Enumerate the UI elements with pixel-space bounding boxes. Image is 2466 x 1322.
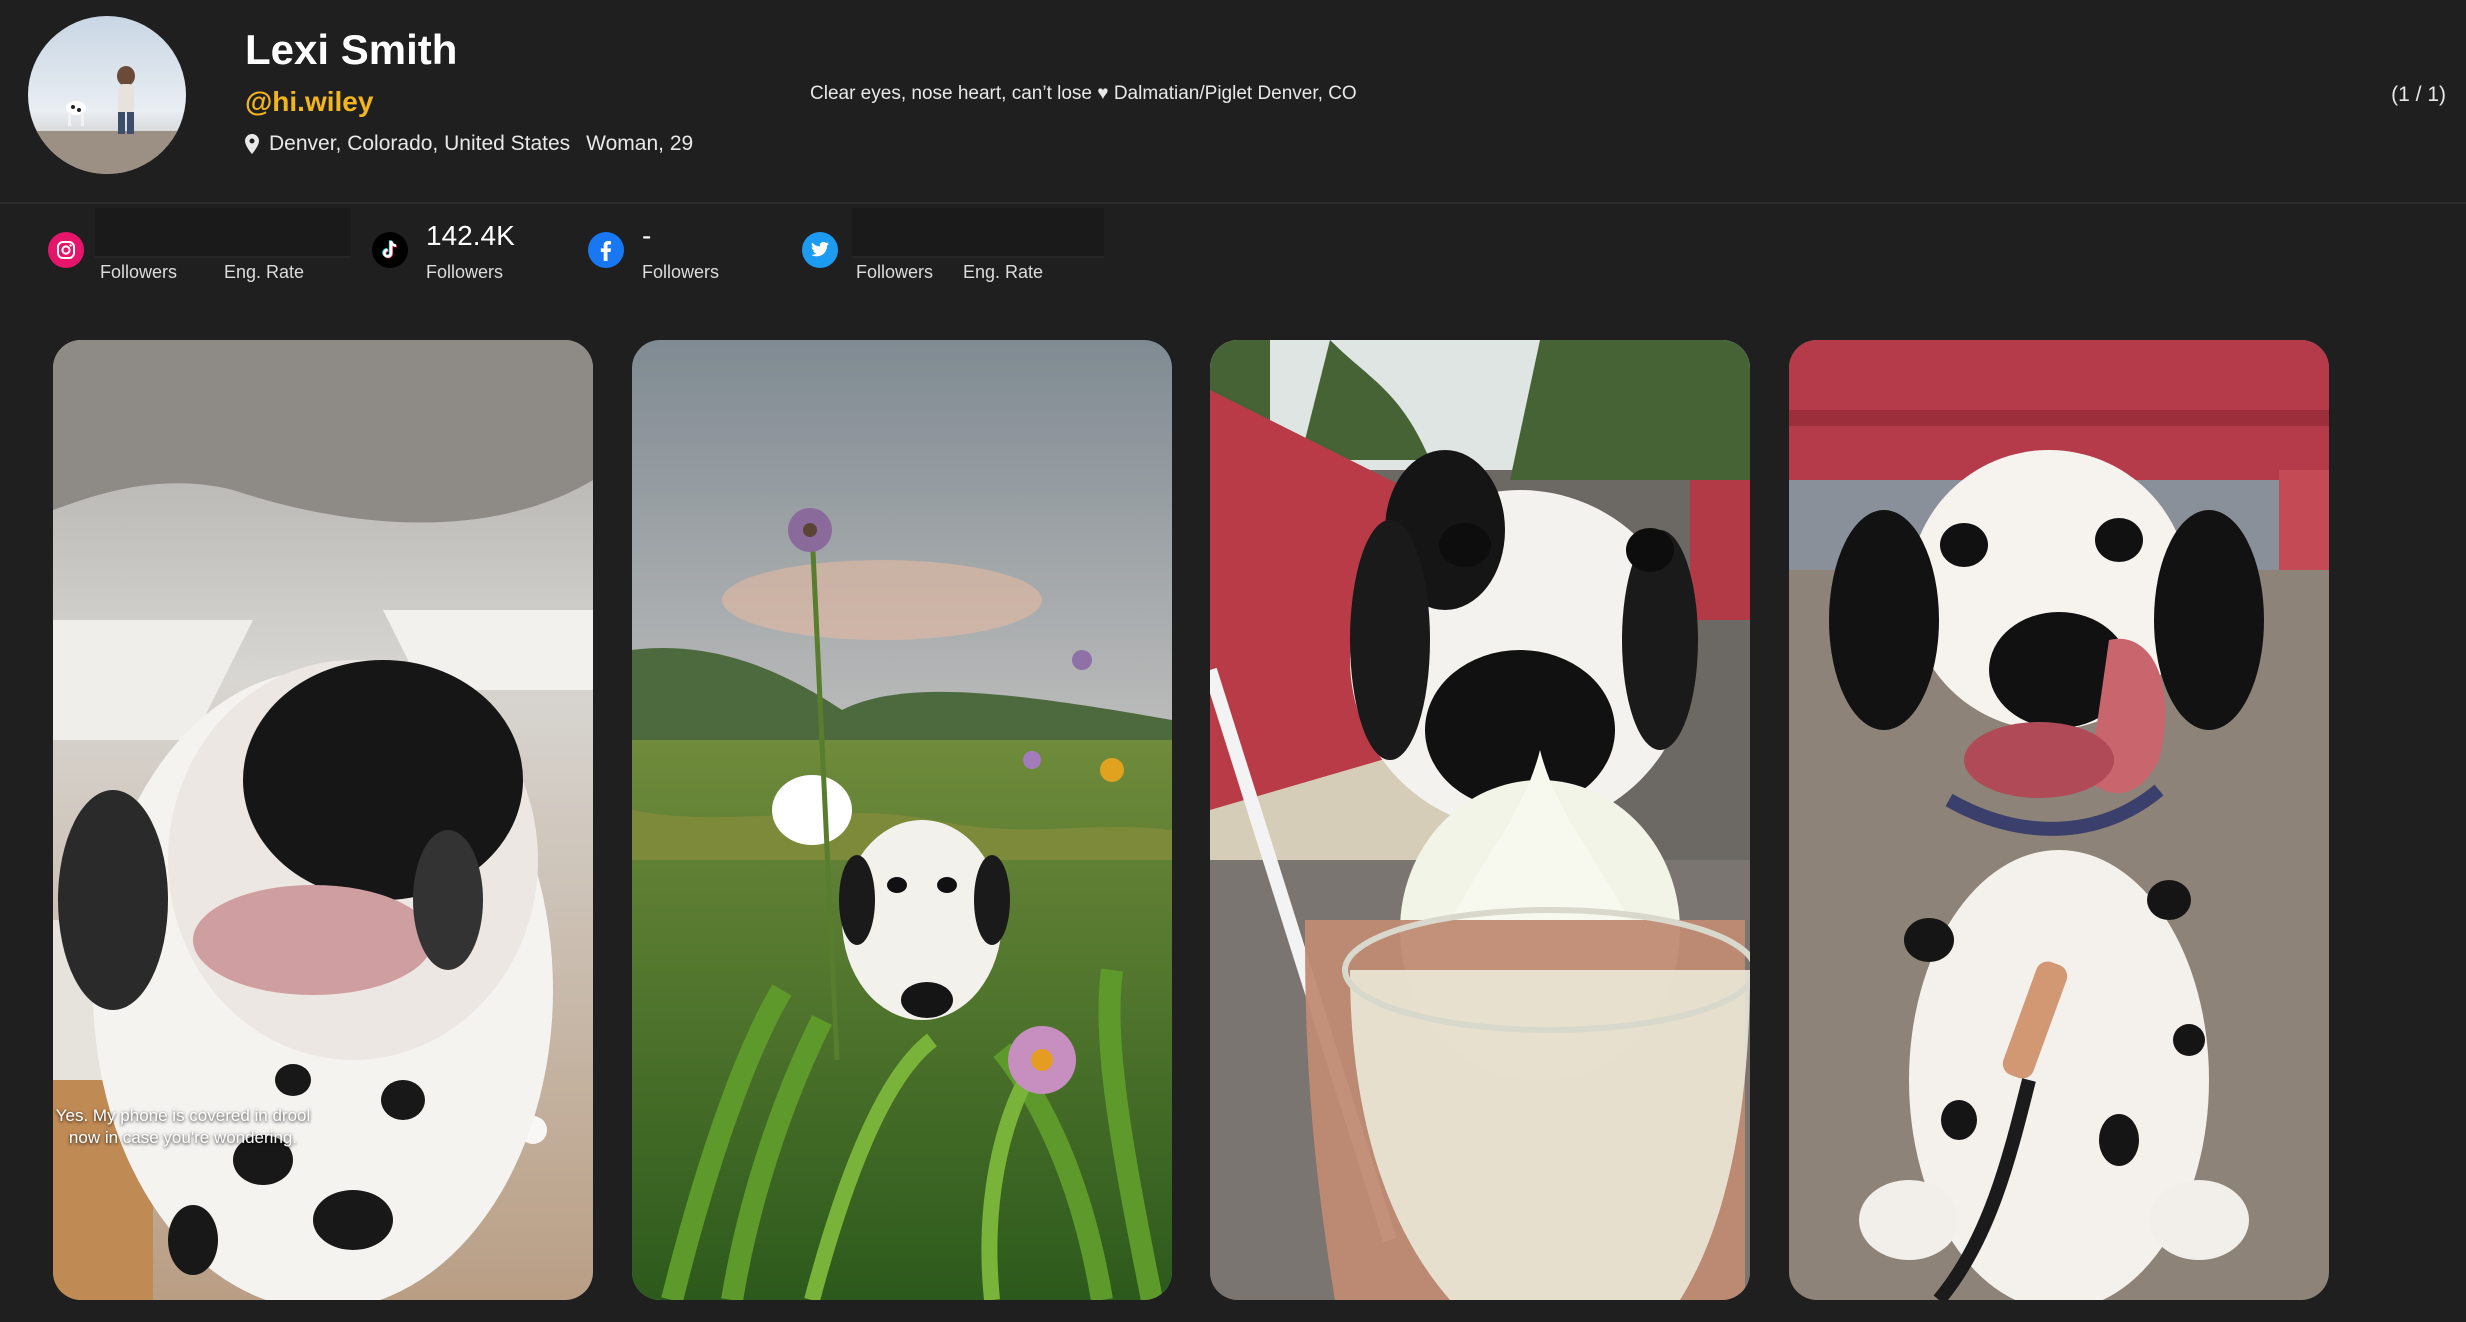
tiktok-stats: 142.4K Followers <box>360 208 570 288</box>
twitter-masked-values <box>852 208 1104 258</box>
post-image-dalmatian-meadow <box>632 340 1172 1300</box>
post-image-dalmatian-sitting <box>1789 340 2329 1300</box>
post-card[interactable] <box>1210 340 1750 1300</box>
post-card[interactable]: Yes. My phone is covered in drool now in… <box>53 340 593 1300</box>
profile-bio: Clear eyes, nose heart, can’t lose ♥ Dal… <box>810 83 1357 104</box>
facebook-followers-label: Followers <box>642 262 720 282</box>
instagram-eng-rate-label: Eng. Rate <box>224 262 305 282</box>
profile-gender-age: Woman, 29 <box>586 132 694 155</box>
facebook-followers-value: - <box>642 220 652 251</box>
post-image-dalmatian-ice-cream <box>1210 340 1750 1300</box>
instagram-masked-values <box>95 208 351 258</box>
instagram-followers-label: Followers <box>100 262 178 282</box>
twitter-eng-rate-label: Eng. Rate <box>963 262 1044 282</box>
tiktok-icon[interactable] <box>372 232 408 268</box>
profile-header: Lexi Smith @hi.wiley Denver, Colorado, U… <box>0 0 2466 204</box>
facebook-stats: - Followers <box>570 208 780 288</box>
location-pin-icon <box>245 134 259 154</box>
profile-name: Lexi Smith <box>245 26 458 73</box>
post-card[interactable] <box>632 340 1172 1300</box>
profile-handle[interactable]: @hi.wiley <box>245 86 373 118</box>
twitter-stats: Followers Eng. Rate <box>780 208 1120 288</box>
page-counter: (1 / 1) <box>2391 83 2446 106</box>
avatar[interactable] <box>28 16 186 174</box>
post-card[interactable] <box>1789 340 2329 1300</box>
instagram-icon[interactable] <box>48 232 84 268</box>
twitter-icon[interactable] <box>802 232 838 268</box>
facebook-icon[interactable] <box>588 232 624 268</box>
profile-meta: Denver, Colorado, United States Woman, 2… <box>245 132 693 156</box>
tiktok-followers-value: 142.4K <box>426 220 515 251</box>
profile-page: Lexi Smith @hi.wiley Denver, Colorado, U… <box>0 0 2466 1322</box>
profile-location: Denver, Colorado, United States <box>269 132 571 155</box>
tiktok-followers-label: Followers <box>426 262 504 282</box>
post-caption: Yes. My phone is covered in drool now in… <box>55 1106 311 1147</box>
instagram-stats: Followers Eng. Rate <box>0 208 360 288</box>
twitter-followers-label: Followers <box>856 262 934 282</box>
post-image-dalmatian-closeup <box>53 340 593 1300</box>
